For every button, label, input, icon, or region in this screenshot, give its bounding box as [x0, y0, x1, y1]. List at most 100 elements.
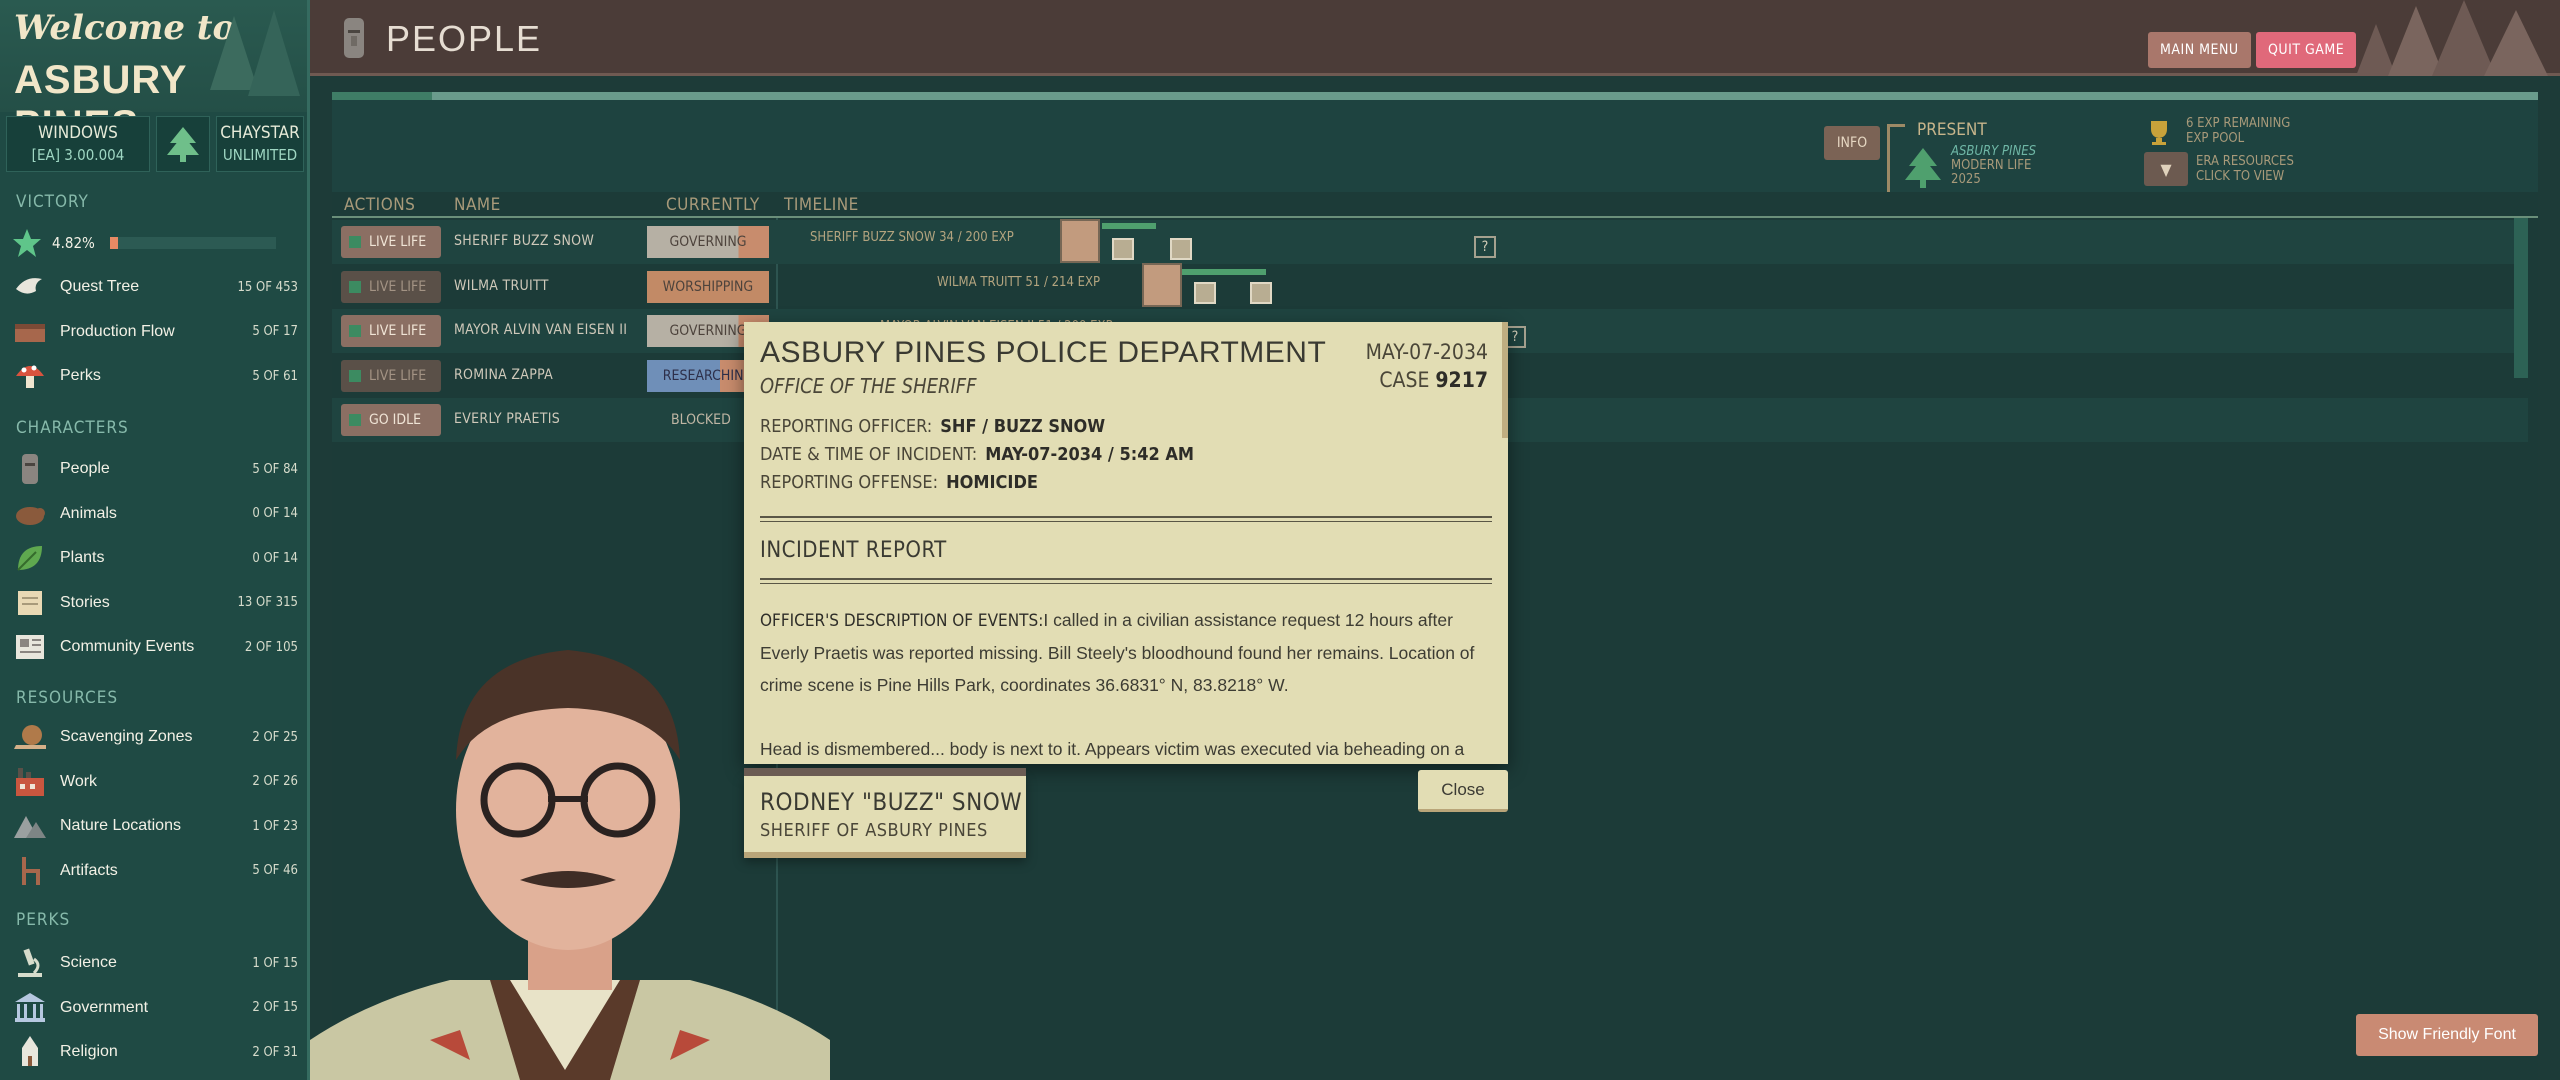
avatar[interactable] — [1060, 219, 1100, 263]
sidebar-item-production-flow[interactable]: Production Flow 5 OF 17 — [12, 313, 298, 351]
microscope-icon — [12, 945, 48, 981]
quit-game-button[interactable]: QUIT GAME — [2256, 32, 2357, 68]
sidebar-item-label: Production Flow — [60, 322, 175, 340]
report-subtitle: OFFICE OF THE SHERIFF — [760, 374, 977, 398]
report-lead: OFFICER'S DESCRIPTION OF EVENTS: — [760, 611, 1044, 631]
sidebar-item-count: 0 OF 14 — [252, 506, 298, 521]
sidebar-item-label: Scavenging Zones — [60, 728, 193, 745]
sidebar-item-plants[interactable]: Plants 0 OF 14 — [12, 539, 298, 577]
timeline-card[interactable] — [1112, 238, 1134, 260]
character-role: SHERIFF OF ASBURY PINES — [760, 820, 988, 841]
action-label: LIVE LIFE — [369, 367, 427, 384]
person-name[interactable]: ROMINA ZAPPA — [454, 367, 553, 383]
mountain-icon — [12, 808, 48, 844]
field-label: DATE & TIME OF INCIDENT: — [760, 444, 978, 465]
era-resources-button[interactable]: ▼ — [2144, 152, 2188, 186]
victory-heading: VICTORY — [16, 192, 89, 212]
person-name[interactable]: WILMA TRUITT — [454, 278, 549, 294]
action-label: GO IDLE — [369, 412, 422, 428]
platform-badge: WINDOWS [EA] 3.00.004 — [6, 116, 150, 172]
report-paragraph: Head is dismembered... body is next to i… — [760, 739, 1465, 759]
era-info-button[interactable]: INFO — [1824, 126, 1880, 160]
column-headers: ACTIONS NAME CURRENTLY TIMELINE — [332, 192, 2538, 218]
sidebar-item-work[interactable]: Work 2 OF 26 — [12, 763, 298, 801]
action-button[interactable]: LIVE LIFE — [341, 359, 441, 392]
person-name[interactable]: SHERIFF BUZZ SNOW — [454, 233, 594, 249]
sidebar-item-community-events[interactable]: Community Events 2 OF 105 — [12, 628, 298, 666]
pine-tree-icon — [167, 127, 199, 162]
field-value: HOMICIDE — [946, 472, 1038, 493]
action-button[interactable]: GO IDLE — [341, 404, 441, 436]
victory-progress[interactable]: 4.82% — [12, 226, 298, 260]
main-menu-button[interactable]: MAIN MENU — [2148, 32, 2251, 68]
report-title: ASBURY PINES POLICE DEPARTMENT — [760, 336, 1327, 369]
action-button[interactable]: LIVE LIFE — [341, 226, 441, 258]
col-timeline: TIMELINE — [784, 195, 859, 215]
sidebar-item-animals[interactable]: Animals 0 OF 14 — [12, 495, 298, 533]
field-label: REPORTING OFFENSE: — [760, 472, 939, 493]
leaf-icon — [12, 540, 48, 576]
sidebar-item-stories[interactable]: Stories 13 OF 315 — [12, 584, 298, 622]
scrollbar[interactable] — [2514, 218, 2528, 378]
sidebar-item-label: Artifacts — [60, 861, 118, 879]
sidebar-item-quest-tree[interactable]: Quest Tree 15 OF 453 — [12, 268, 298, 306]
church-icon — [12, 1034, 48, 1070]
report-case: CASE 9217 — [1379, 368, 1488, 392]
era-subtitle: MODERN LIFE 2025 — [1951, 159, 2031, 187]
exp-pool: 6 EXP REMAINING EXP POOL — [2186, 116, 2290, 146]
sidebar-item-nature-locations[interactable]: Nature Locations 1 OF 23 — [12, 807, 298, 845]
timeline-card[interactable] — [1194, 282, 1216, 304]
pine-trees-icon — [2356, 0, 2548, 76]
avatar[interactable] — [1142, 263, 1182, 307]
top-bar: PEOPLE MAIN MENU QUIT GAME — [310, 0, 2560, 76]
sidebar-item-count: 1 OF 23 — [252, 818, 298, 834]
sidebar-item-label: Community Events — [60, 638, 195, 655]
case-label: CASE — [1379, 368, 1430, 392]
action-button[interactable]: LIVE LIFE — [341, 270, 441, 303]
checkbox-icon — [349, 369, 361, 382]
sidebar-item-perks[interactable]: Perks 5 OF 61 — [12, 357, 298, 395]
sidebar-item-count: 2 OF 105 — [244, 639, 298, 655]
section-heading-perks: PERKS — [16, 910, 71, 930]
field-label: REPORTING OFFICER: — [760, 416, 933, 437]
victory-bar — [110, 237, 276, 249]
section-heading-resources: RESOURCES — [16, 688, 119, 708]
logo-welcome: Welcome to — [14, 8, 236, 48]
sidebar-item-science[interactable]: Science 1 OF 15 — [12, 944, 298, 982]
report-scrollbar[interactable] — [1502, 322, 1508, 438]
status-badge: WORSHIPPING — [647, 270, 769, 303]
sidebar-item-people[interactable]: People 5 OF 84 — [12, 450, 298, 488]
sidebar-item-religion[interactable]: Religion 2 OF 31 — [12, 1033, 298, 1071]
person-name[interactable]: MAYOR ALVIN VAN EISEN II — [454, 322, 627, 338]
sidebar-item-label: People — [60, 460, 110, 477]
sidebar-item-count: 5 OF 61 — [252, 368, 298, 384]
panel-top-line — [332, 92, 2538, 100]
person-name[interactable]: EVERLY PRAETIS — [454, 411, 560, 427]
page-title: PEOPLE — [386, 18, 543, 59]
victory-bar-fill — [110, 237, 118, 249]
mushroom-icon — [12, 358, 48, 394]
timeline-label: SHERIFF BUZZ SNOW 34 / 200 EXP — [810, 230, 1014, 245]
timeline-card[interactable] — [1250, 282, 1272, 304]
sidebar-item-count: 1 OF 15 — [252, 955, 298, 971]
edition-label: UNLIMITED — [222, 146, 298, 164]
checkbox-icon — [349, 236, 361, 248]
sidebar-item-label: Religion — [60, 1043, 118, 1060]
sidebar-item-artifacts[interactable]: Artifacts 5 OF 46 — [12, 852, 298, 890]
sidebar-item-count: 15 OF 453 — [237, 279, 298, 295]
unknown-event-icon[interactable]: ? — [1474, 236, 1496, 258]
pine-tree-icon — [1905, 148, 1941, 188]
timeline-card[interactable] — [1170, 238, 1192, 260]
action-button[interactable]: LIVE LIFE — [341, 315, 441, 347]
sidebar-item-government[interactable]: Government 2 OF 15 — [12, 989, 298, 1027]
sidebar-item-scavenging-zones[interactable]: Scavenging Zones 2 OF 25 — [12, 718, 298, 756]
character-name: RODNEY "BUZZ" SNOW — [760, 788, 1023, 816]
era-connector — [1887, 124, 1890, 192]
game-logo[interactable]: Welcome to ASBURY PINES — [0, 0, 307, 147]
sidebar-item-label: Science — [60, 954, 117, 971]
character-nameplate: RODNEY "BUZZ" SNOW SHERIFF OF ASBURY PIN… — [744, 768, 1026, 858]
show-friendly-font-button[interactable]: Show Friendly Font — [2356, 1014, 2538, 1056]
checkbox-icon — [349, 280, 361, 293]
col-actions: ACTIONS — [344, 195, 416, 215]
close-button[interactable]: Close — [1418, 770, 1508, 812]
